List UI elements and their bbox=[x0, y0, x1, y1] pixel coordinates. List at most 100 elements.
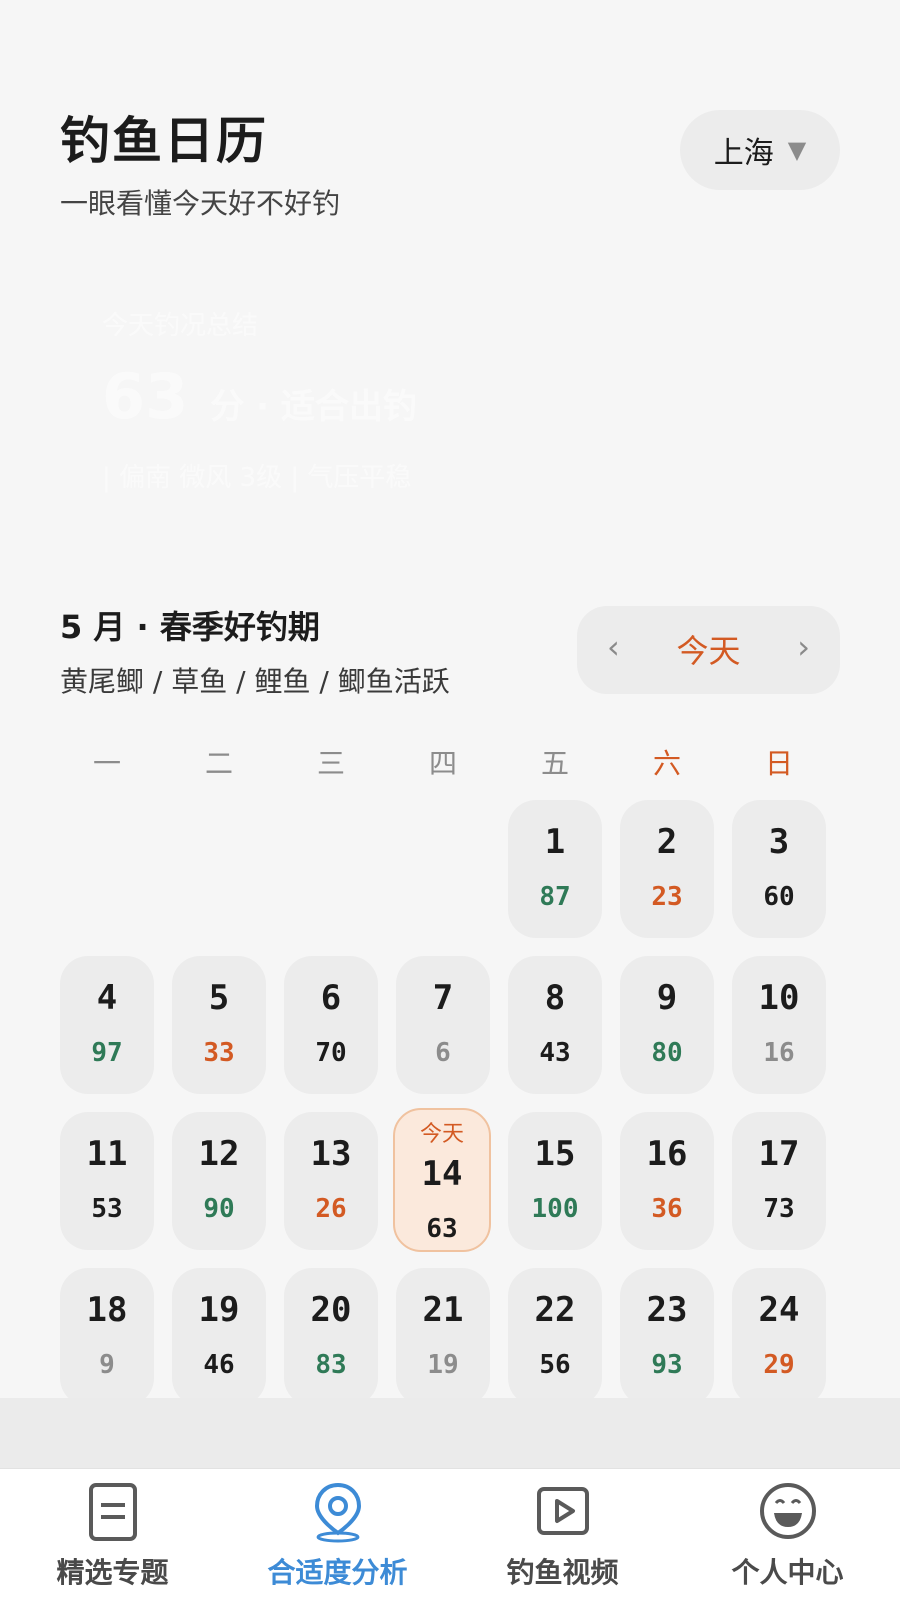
day-number: 3 bbox=[768, 822, 790, 862]
header: 钓鱼日历 一眼看懂今天好不好钓 bbox=[60, 108, 340, 222]
day-score: 60 bbox=[763, 882, 795, 912]
calendar-day-cell[interactable]: 6 70 bbox=[284, 956, 378, 1094]
calendar-day-cell[interactable]: 3 60 bbox=[732, 800, 826, 938]
weekday-label: 日 bbox=[764, 747, 793, 780]
day-number: 1 bbox=[544, 822, 566, 862]
day-number: 11 bbox=[86, 1134, 128, 1174]
calendar-day-cell[interactable]: 24 29 bbox=[732, 1268, 826, 1398]
smiley-face-icon bbox=[759, 1483, 816, 1539]
calendar-day-cell[interactable]: 1 87 bbox=[508, 800, 602, 938]
dropdown-triangle-icon: ▼ bbox=[787, 136, 807, 164]
day-number: 14 bbox=[421, 1154, 463, 1194]
day-score: 6 bbox=[435, 1038, 451, 1068]
summary-score-row: 63 分 · 适合出钓 bbox=[102, 360, 417, 433]
day-score: 16 bbox=[763, 1038, 795, 1068]
tab-profile[interactable]: 个人中心 bbox=[675, 1481, 900, 1591]
weekday-label: 四 bbox=[428, 747, 457, 780]
summary-detail: | 偏南 微风 3级 | 气压平稳 bbox=[102, 463, 412, 493]
calendar-day-cell[interactable]: 16 36 bbox=[620, 1112, 714, 1250]
day-score: 87 bbox=[539, 882, 571, 912]
weekday-header: 一二三四五六日 bbox=[60, 742, 840, 782]
day-number: 21 bbox=[422, 1290, 464, 1330]
calendar-day-cell[interactable]: 76 bbox=[396, 956, 490, 1094]
day-score: 83 bbox=[315, 1350, 347, 1380]
calendar-day-cell[interactable]: 22 56 bbox=[508, 1268, 602, 1398]
page-title: 钓鱼日历 bbox=[60, 112, 268, 170]
calendar-grid: 1 87 2 23 3 60 4 97 5 33 6 70 7 6 8 43 9 80 10 16 11 53 12 90 13… bbox=[0, 800, 900, 1398]
day-number: 18 bbox=[86, 1290, 128, 1330]
day-score: 80 bbox=[651, 1038, 683, 1068]
calendar-day-cell[interactable]: 19 46 bbox=[172, 1268, 266, 1398]
tab-label: 合适度分析 bbox=[267, 1556, 408, 1589]
calendar-day-cell[interactable]: 18 9 bbox=[60, 1268, 154, 1398]
day-number: 19 bbox=[198, 1290, 240, 1330]
weekday-label: 五 bbox=[540, 747, 569, 780]
day-number: 23 bbox=[646, 1290, 688, 1330]
calendar-day-cell[interactable]: 17 73 bbox=[732, 1112, 826, 1250]
calendar-day-cell[interactable]: 20 83 bbox=[284, 1268, 378, 1398]
day-score: 46 bbox=[203, 1350, 235, 1380]
day-number: 22 bbox=[534, 1290, 576, 1330]
document-icon bbox=[88, 1483, 137, 1541]
day-score: 9 bbox=[99, 1350, 115, 1380]
calendar-day-cell[interactable]: 9 80 bbox=[620, 956, 714, 1094]
city-label: 上海 bbox=[713, 136, 774, 171]
day-score: 53 bbox=[91, 1194, 123, 1224]
tab-label: 精选专题 bbox=[56, 1556, 169, 1589]
location-pin-icon bbox=[314, 1482, 361, 1543]
day-score: 70 bbox=[315, 1038, 347, 1068]
month-navigator: ‹ 今天 › bbox=[577, 606, 840, 694]
city-selector-button[interactable]: 上海 ▼ bbox=[680, 110, 840, 190]
day-score: 56 bbox=[539, 1350, 571, 1380]
day-number: 15 bbox=[534, 1134, 576, 1174]
next-month-button[interactable]: › bbox=[797, 628, 810, 666]
day-number: 12 bbox=[198, 1134, 240, 1174]
summary-level: 分 · 适合出钓 bbox=[210, 387, 417, 427]
tab-label: 钓鱼视频 bbox=[506, 1556, 619, 1589]
bottom-tab-bar: 精选专题 合适度分析 钓鱼视频 个人中心 bbox=[0, 1468, 900, 1601]
weekday-label: 三 bbox=[316, 747, 345, 780]
day-score: 100 bbox=[531, 1194, 579, 1224]
day-score: 23 bbox=[651, 882, 683, 912]
day-number: 20 bbox=[310, 1290, 352, 1330]
today-summary-card: 今天钓况总结 63 分 · 适合出钓 | 偏南 微风 3级 | 气压平稳 bbox=[102, 305, 417, 494]
day-number: 24 bbox=[758, 1290, 800, 1330]
page-subtitle: 一眼看懂今天好不好钓 bbox=[60, 187, 341, 220]
calendar-day-cell[interactable]: 23 93 bbox=[620, 1268, 714, 1398]
calendar-day-cell[interactable]: 21 19 bbox=[396, 1268, 490, 1398]
calendar-day-cell[interactable]: 4 97 bbox=[60, 956, 154, 1094]
calendar-day-cell[interactable]: 2 23 bbox=[620, 800, 714, 938]
calendar-day-cell[interactable]: 12 90 bbox=[172, 1112, 266, 1250]
tab-fishing-videos[interactable]: 钓鱼视频 bbox=[450, 1481, 675, 1591]
day-number: 16 bbox=[646, 1134, 688, 1174]
day-score: 43 bbox=[539, 1038, 571, 1068]
day-score: 29 bbox=[763, 1350, 795, 1380]
tab-suitability-analysis[interactable]: 合适度分析 bbox=[225, 1481, 450, 1591]
day-score: 36 bbox=[651, 1194, 683, 1224]
day-number: 17 bbox=[758, 1134, 800, 1174]
day-number: 5 bbox=[208, 978, 230, 1018]
calendar-day-cell[interactable]: 今天 14 63 bbox=[393, 1108, 491, 1252]
active-fish-list: 黄尾鲫 / 草鱼 / 鲤鱼 / 鲫鱼活跃 bbox=[60, 665, 450, 698]
calendar-day-cell[interactable]: 15 100 bbox=[508, 1112, 602, 1250]
calendar-day-cell[interactable]: 10 16 bbox=[732, 956, 826, 1094]
day-number: 10 bbox=[758, 978, 800, 1018]
weekday-label: 六 bbox=[652, 747, 681, 780]
day-score: 26 bbox=[315, 1194, 347, 1224]
day-score: 97 bbox=[91, 1038, 123, 1068]
calendar-day-cell[interactable]: 13 26 bbox=[284, 1112, 378, 1250]
day-score: 63 bbox=[426, 1214, 458, 1244]
day-number: 4 bbox=[96, 978, 118, 1018]
day-score: 90 bbox=[203, 1194, 235, 1224]
day-number: 6 bbox=[320, 978, 342, 1018]
day-score: 19 bbox=[427, 1350, 459, 1380]
calendar-day-cell[interactable]: 8 43 bbox=[508, 956, 602, 1094]
calendar-day-cell[interactable]: 11 53 bbox=[60, 1112, 154, 1250]
tab-featured[interactable]: 精选专题 bbox=[0, 1481, 225, 1591]
day-score: 73 bbox=[763, 1194, 795, 1224]
summary-label: 今天钓况总结 bbox=[102, 311, 259, 341]
summary-score: 63 bbox=[102, 360, 189, 433]
tab-label: 个人中心 bbox=[731, 1556, 844, 1589]
weekday-label: 一 bbox=[92, 747, 121, 780]
calendar-day-cell[interactable]: 5 33 bbox=[172, 956, 266, 1094]
